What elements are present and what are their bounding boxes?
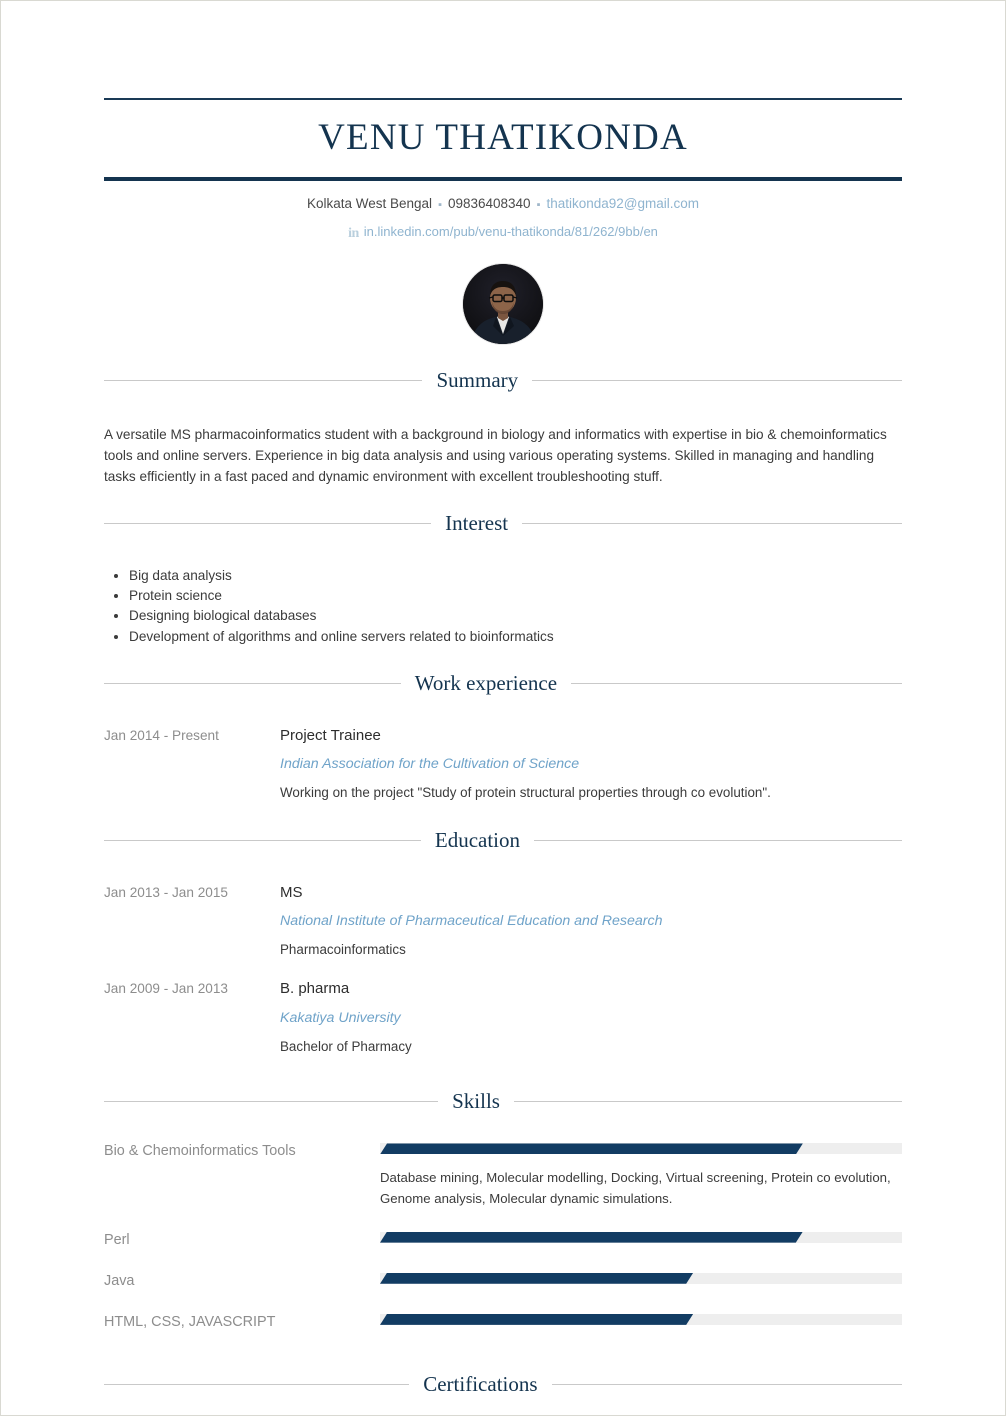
header-bottom-rule	[104, 177, 902, 182]
education-entry: Jan 2009 - Jan 2013 B. pharma Kakatiya U…	[104, 978, 902, 1057]
linkedin-icon: in	[348, 225, 359, 241]
section-rule-left	[104, 523, 432, 525]
contact-phone: 09836408340	[447, 196, 531, 212]
skill-row: Perl	[104, 1229, 902, 1250]
section-title-summary: Summary	[436, 367, 519, 392]
header-top-rule	[104, 98, 902, 100]
avatar	[463, 263, 543, 344]
education-entry-field: Pharmacoinformatics	[280, 942, 406, 958]
section-rule-right	[571, 682, 902, 684]
education-entry-degree: MS	[280, 883, 303, 901]
section-title-work-experience: Work experience	[414, 670, 558, 695]
work-entry-organization: Indian Association for the Cultivation o…	[280, 756, 580, 773]
interest-list: Big data analysis Protein science Design…	[104, 566, 902, 646]
section-header-work-experience: Work experience	[104, 670, 902, 695]
education-entry-field: Bachelor of Pharmacy	[280, 1038, 412, 1054]
section-rule-left	[104, 839, 421, 841]
contact-location: Kolkata West Bengal	[306, 196, 433, 212]
skills-list: Bio & Chemoinformatics Tools Database mi…	[104, 1140, 902, 1332]
contact-separator-icon: ▪	[438, 198, 442, 211]
summary-text: A versatile MS pharmacoinformatics stude…	[104, 426, 887, 485]
photo-container	[104, 263, 902, 344]
section-rule-right	[534, 839, 902, 841]
section-title-education: Education	[434, 827, 521, 852]
linkedin-line: in in.linkedin.com/pub/venu-thatikonda/81…	[104, 222, 902, 244]
section-rule-right	[532, 379, 902, 381]
section-header-certifications: Certifications	[104, 1374, 902, 1395]
skill-bar-fill	[380, 1232, 803, 1243]
skill-label: Java	[104, 1272, 135, 1289]
skill-label: Bio & Chemoinformatics Tools	[104, 1143, 296, 1160]
skill-bar-fill	[380, 1273, 693, 1284]
education-entry-school: National Institute of Pharmaceutical Edu…	[280, 913, 663, 930]
skill-label: Perl	[104, 1231, 130, 1248]
section-rule-left	[104, 1384, 410, 1386]
section-rule-right	[513, 1101, 902, 1103]
section-header-summary: Summary	[104, 367, 902, 392]
contact-email-link[interactable]: thatikonda92@gmail.com	[546, 196, 699, 211]
skill-label: HTML, CSS, JAVASCRIPT	[104, 1313, 276, 1330]
work-entry-role: Project Trainee	[280, 726, 381, 744]
contact-separator-icon: ▪	[536, 198, 541, 211]
section-header-education: Education	[104, 827, 902, 852]
section-rule-right	[551, 1384, 902, 1386]
skill-row: Java	[104, 1270, 902, 1291]
skill-row: Bio & Chemoinformatics Tools Database mi…	[104, 1140, 902, 1208]
skill-bar-fill	[380, 1314, 693, 1325]
education-entry: Jan 2013 - Jan 2015 MS National Institut…	[104, 882, 902, 961]
section-rule-left	[104, 1101, 439, 1103]
section-title-interest: Interest	[445, 511, 509, 536]
list-item: Big data analysis	[129, 566, 902, 586]
list-item: Development of algorithms and online ser…	[129, 627, 902, 647]
list-item: Designing biological databases	[129, 606, 902, 626]
skill-row: HTML, CSS, JAVASCRIPT	[104, 1311, 902, 1332]
education-entry-dates: Jan 2013 - Jan 2015	[104, 884, 228, 900]
skill-description: Database mining, Molecular modelling, Do…	[380, 1170, 891, 1206]
resume-page: VENU THATIKONDA Kolkata West Bengal ▪ 0983…	[0, 0, 1006, 1416]
skill-bar-fill	[380, 1143, 803, 1154]
section-rule-left	[104, 379, 423, 381]
section-rule-left	[104, 682, 401, 684]
education-entry-degree: B. pharma	[280, 980, 350, 998]
education-entry-school: Kakatiya University	[280, 1009, 401, 1026]
section-rule-right	[522, 523, 902, 525]
section-title-skills: Skills	[452, 1089, 500, 1114]
list-item: Protein science	[129, 586, 902, 606]
skill-bar-track	[380, 1231, 902, 1243]
skill-bar-track	[380, 1272, 902, 1284]
work-entry: Jan 2014 - Present Project Trainee India…	[104, 725, 902, 804]
page-title: VENU THATIKONDA	[318, 117, 688, 158]
skill-bar-track	[380, 1313, 902, 1325]
linkedin-url-link[interactable]: in.linkedin.com/pub/venu-thatikonda/81/2…	[364, 224, 658, 239]
profile-photo-graphic	[463, 263, 543, 344]
section-header-skills: Skills	[104, 1091, 902, 1112]
education-entry-dates: Jan 2009 - Jan 2013	[104, 981, 228, 997]
section-header-interest: Interest	[104, 513, 902, 534]
work-entry-detail: Working on the project "Study of protein…	[280, 785, 771, 801]
work-entry-dates: Jan 2014 - Present	[104, 727, 219, 743]
section-title-certifications: Certifications	[423, 1372, 538, 1397]
contact-line: Kolkata West Bengal ▪ 09836408340 ▪ thatikon…	[104, 194, 902, 214]
skill-bar-track	[380, 1143, 902, 1155]
